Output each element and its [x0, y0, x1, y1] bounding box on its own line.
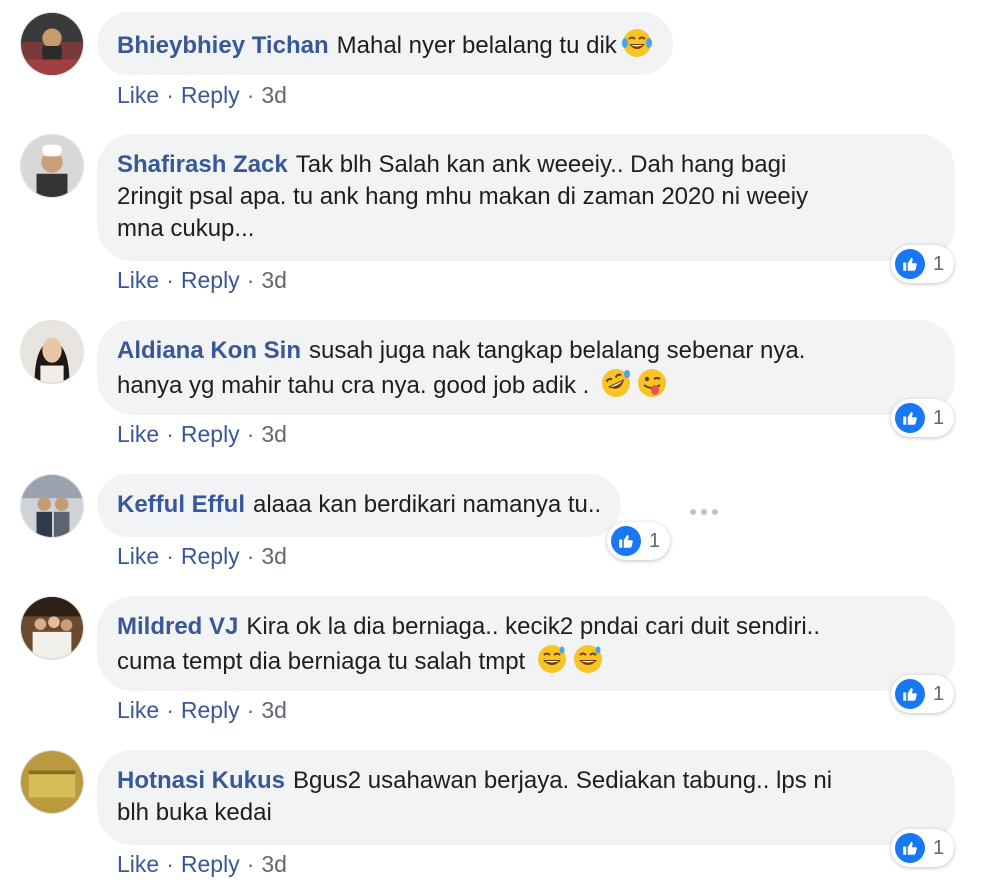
reaction-count[interactable]: 1 [607, 522, 671, 560]
timestamp[interactable]: 3d [261, 267, 287, 293]
reply-link[interactable]: Reply [181, 82, 240, 108]
reaction-count[interactable]: 1 [891, 675, 955, 713]
like-icon [895, 403, 925, 433]
comment-author[interactable]: Kefful Efful [117, 491, 245, 518]
reply-link[interactable]: Reply [181, 851, 240, 877]
timestamp[interactable]: 3d [261, 697, 287, 723]
comment-text: Bgus2 usahawan berjaya. Sediakan tabung.… [293, 767, 833, 794]
reply-link[interactable]: Reply [181, 421, 240, 447]
avatar[interactable] [20, 320, 84, 384]
comment-actions: Like · Reply · 3d [117, 697, 287, 723]
like-link[interactable]: Like [117, 267, 159, 293]
comment-actions: Like · Reply · 3d [117, 543, 287, 569]
comment-bubble: Hotnasi Kukus Bgus2 usahawan berjaya. Sed… [97, 750, 955, 845]
avatar[interactable] [20, 596, 84, 660]
comment-text: blh buka kedai [117, 799, 272, 826]
rolling-laughing-emoji-icon [600, 367, 632, 399]
like-link[interactable]: Like [117, 851, 159, 877]
like-link[interactable]: Like [117, 421, 159, 447]
comment-author[interactable]: Aldiana Kon Sin [117, 337, 301, 364]
like-icon [895, 679, 925, 709]
comment-actions: Like · Reply · 3d [117, 421, 287, 447]
more-options-icon[interactable] [690, 509, 718, 515]
comment-text: alaaa kan berdikari namanya tu.. [252, 491, 602, 518]
tears-of-joy-emoji-icon [621, 27, 653, 59]
reply-link[interactable]: Reply [181, 697, 240, 723]
reply-link[interactable]: Reply [181, 543, 240, 569]
comment-text: hanya yg mahir tahu cra nya. good job ad… [117, 372, 590, 399]
grinning-sweat-emoji-icon [536, 643, 568, 675]
reply-link[interactable]: Reply [181, 267, 240, 293]
comment-text: mna cukup... [117, 215, 255, 242]
timestamp[interactable]: 3d [261, 851, 287, 877]
comment-actions: Like · Reply · 3d [117, 82, 287, 108]
timestamp[interactable]: 3d [261, 421, 287, 447]
comment-actions: Like · Reply · 3d [117, 851, 287, 877]
reaction-number: 1 [649, 529, 661, 552]
comment-actions: Like · Reply · 3d [117, 267, 287, 293]
reaction-number: 1 [933, 682, 945, 705]
reaction-number: 1 [933, 406, 945, 429]
comment-text: Mahal nyer belalang tu dik [336, 32, 617, 59]
grinning-sweat-emoji-icon [572, 643, 604, 675]
like-link[interactable]: Like [117, 543, 159, 569]
comment-author[interactable]: Bhieybhiey Tichan [117, 32, 329, 59]
reaction-number: 1 [933, 836, 945, 859]
comment-text: cuma tempt dia berniaga tu salah tmpt [117, 648, 526, 675]
comment-text: 2ringit psal apa. tu ank hang mhu makan … [117, 183, 809, 210]
comment-author[interactable]: Mildred VJ [117, 613, 238, 640]
comment-bubble: Bhieybhiey Tichan Mahal nyer belalang tu … [97, 12, 673, 75]
avatar[interactable] [20, 12, 84, 76]
avatar[interactable] [20, 134, 84, 198]
like-link[interactable]: Like [117, 82, 159, 108]
reaction-count[interactable]: 1 [891, 829, 955, 867]
like-icon [611, 526, 641, 556]
winking-tongue-emoji-icon [636, 367, 668, 399]
reaction-number: 1 [933, 252, 945, 275]
comment-bubble: Shafirash Zack Tak blh Salah kan ank weee… [97, 134, 955, 261]
avatar[interactable] [20, 474, 84, 538]
comment-author[interactable]: Shafirash Zack [117, 151, 288, 178]
comment-text: Tak blh Salah kan ank weeeiy.. Dah hang … [295, 151, 787, 178]
comment-bubble: Aldiana Kon Sin susah juga nak tangkap be… [97, 320, 955, 415]
like-icon [895, 249, 925, 279]
avatar[interactable] [20, 750, 84, 814]
timestamp[interactable]: 3d [261, 82, 287, 108]
comment-bubble: Mildred VJ Kira ok la dia berniaga.. keci… [97, 596, 955, 691]
reaction-count[interactable]: 1 [891, 399, 955, 437]
comment-text: Kira ok la dia berniaga.. kecik2 pndai c… [246, 613, 821, 640]
comment-text: susah juga nak tangkap belalang sebenar … [309, 337, 806, 364]
timestamp[interactable]: 3d [261, 543, 287, 569]
like-icon [895, 833, 925, 863]
comment-author[interactable]: Hotnasi Kukus [117, 767, 285, 794]
comment-bubble: Kefful Efful alaaa kan berdikari namanya … [97, 474, 622, 537]
reaction-count[interactable]: 1 [891, 245, 955, 283]
like-link[interactable]: Like [117, 697, 159, 723]
